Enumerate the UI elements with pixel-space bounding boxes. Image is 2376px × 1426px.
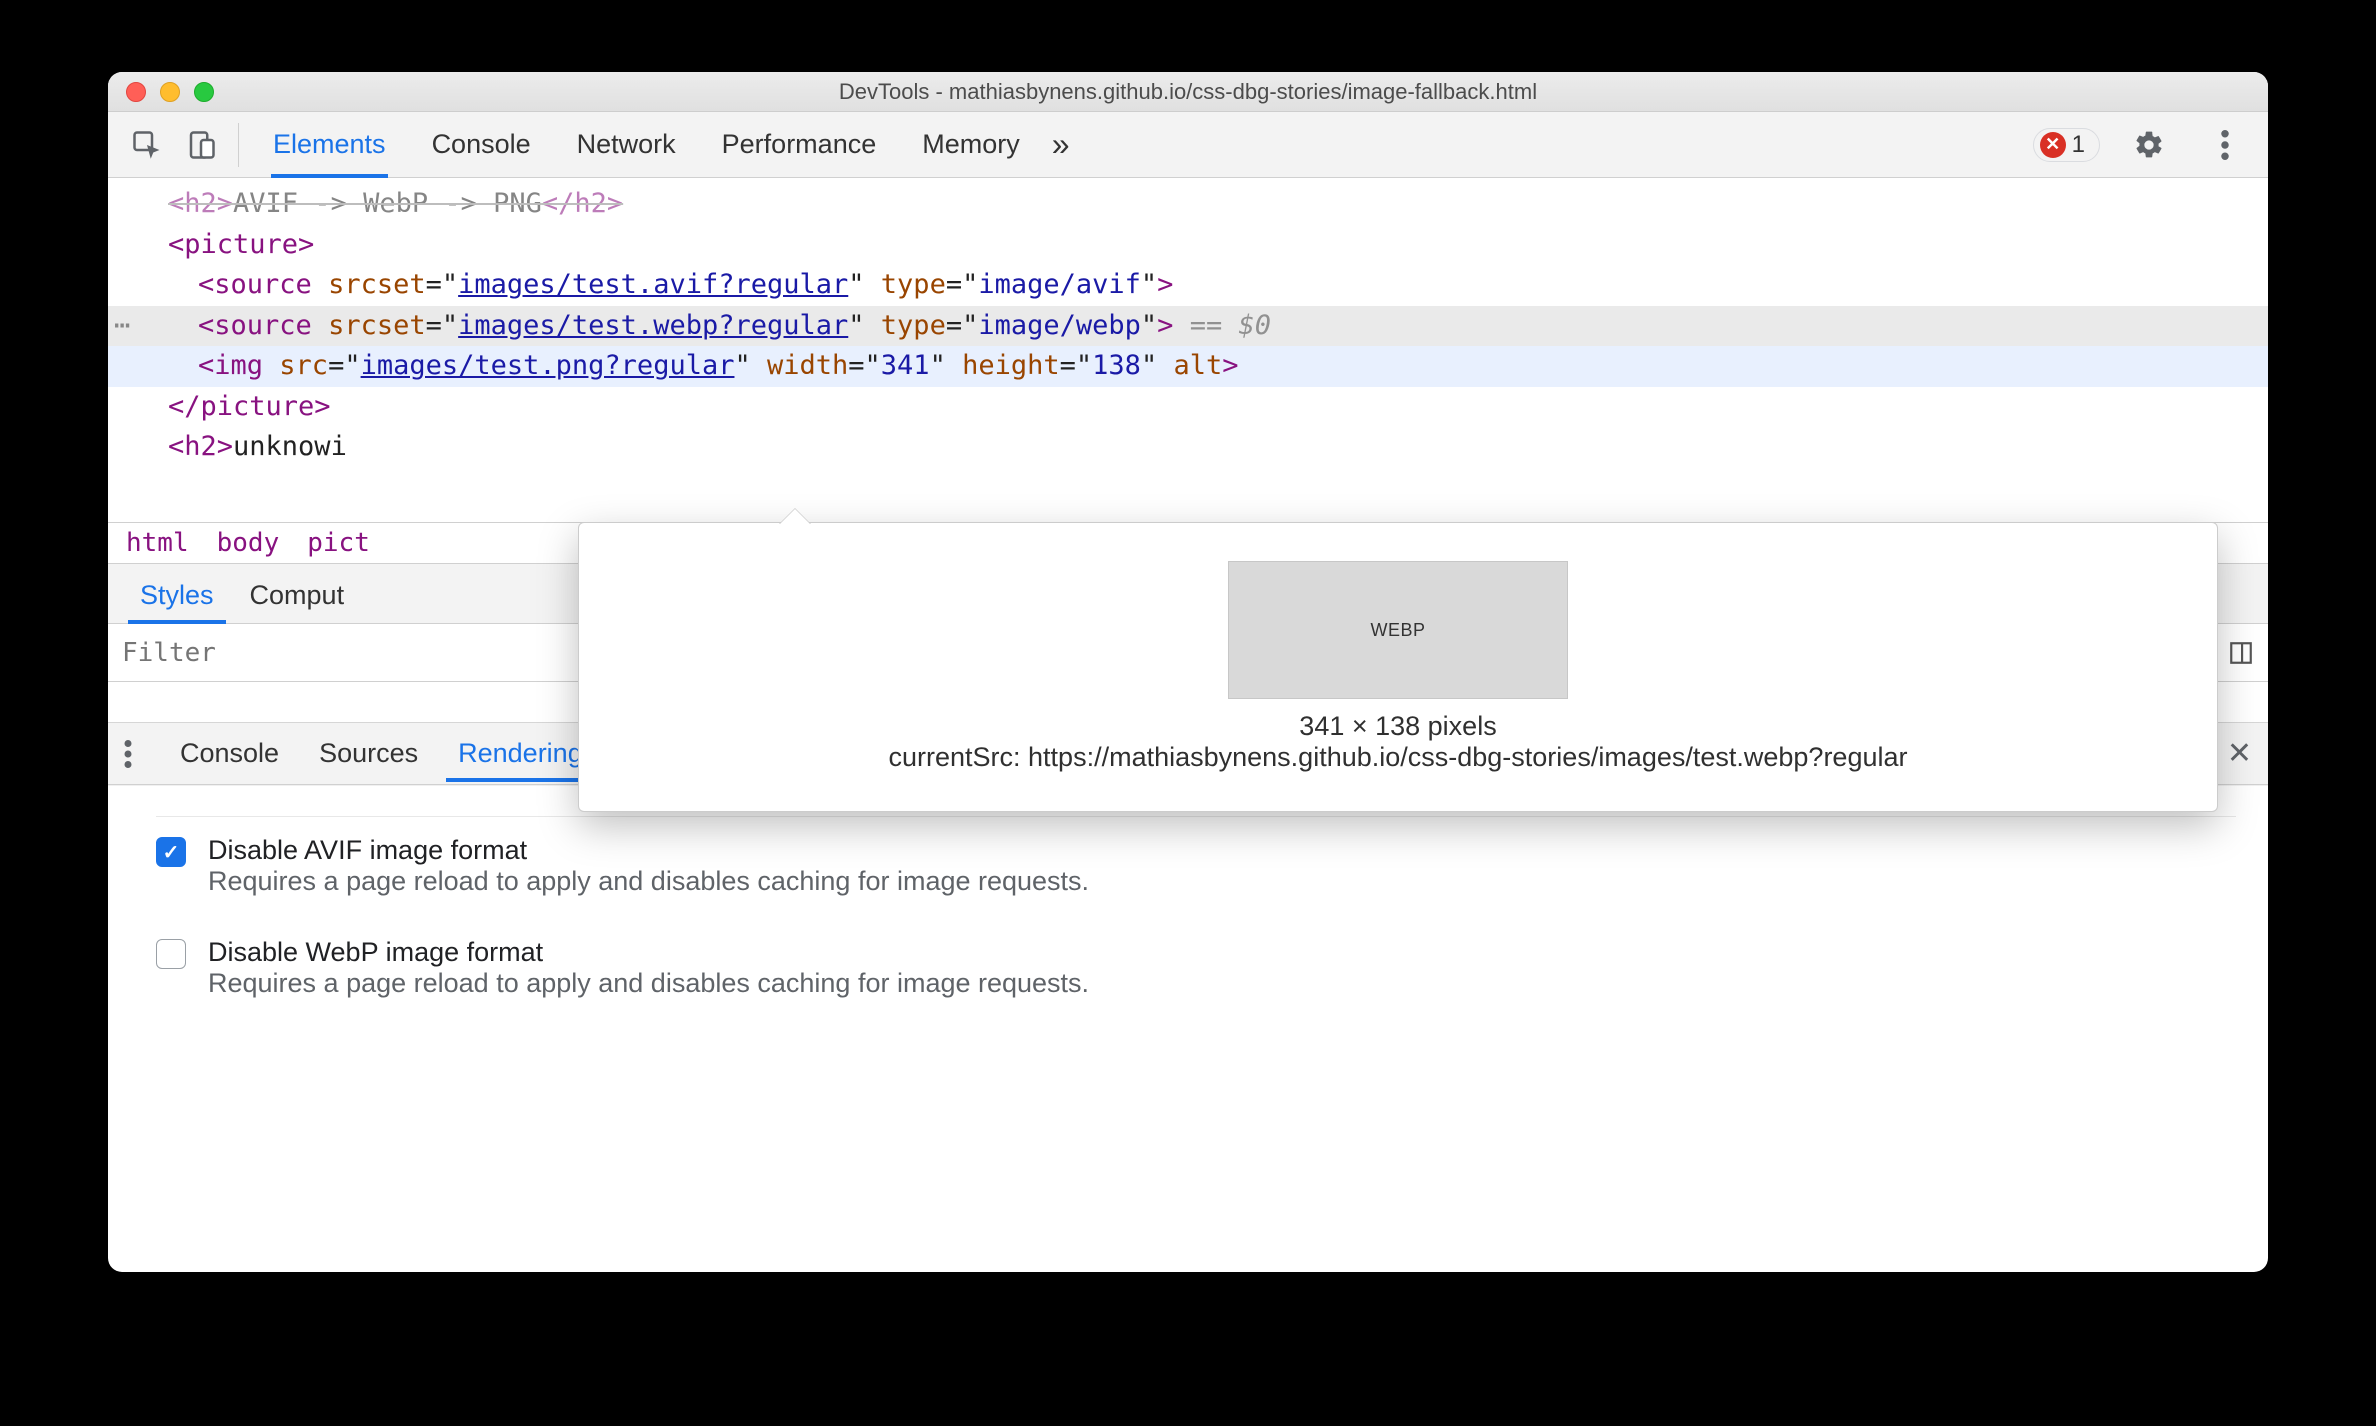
main-toolbar: Elements Console Network Performance Mem… — [108, 112, 2268, 178]
dom-row-selected[interactable]: <img src="images/test.png?regular" width… — [108, 346, 2268, 387]
settings-icon[interactable] — [2122, 118, 2176, 172]
tab-memory[interactable]: Memory — [920, 115, 1022, 174]
option-description: Requires a page reload to apply and disa… — [208, 866, 1089, 897]
panel-tabs: Elements Console Network Performance Mem… — [271, 115, 1022, 174]
dom-row[interactable]: <h2>AVIF -> WebP -> PNG</h2> — [108, 184, 2268, 225]
rendering-panel: ✓ Disable AVIF image format Requires a p… — [108, 785, 2268, 1119]
filter-input[interactable] — [122, 638, 459, 668]
image-preview-thumb: WEBP — [1228, 561, 1568, 699]
drawer-more-icon[interactable] — [124, 740, 132, 768]
titlebar: DevTools - mathiasbynens.github.io/css-d… — [108, 72, 2268, 112]
error-icon: ✕ — [2040, 132, 2066, 158]
dom-row[interactable]: <source srcset="images/test.avif?regular… — [108, 265, 2268, 306]
tab-elements[interactable]: Elements — [271, 115, 388, 174]
image-dimensions: 341 × 138 pixels — [1299, 711, 1496, 742]
breadcrumb-item[interactable]: pict — [307, 528, 370, 558]
checkbox-disable-avif[interactable]: ✓ — [156, 837, 186, 867]
elements-dom-tree[interactable]: <h2>AVIF -> WebP -> PNG</h2> <picture> <… — [108, 178, 2268, 522]
drawer-tab-console[interactable]: Console — [160, 726, 299, 781]
dom-row[interactable]: <picture> — [108, 225, 2268, 266]
error-count: 1 — [2072, 131, 2085, 159]
checkbox-disable-webp[interactable] — [156, 939, 186, 969]
error-count-badge[interactable]: ✕ 1 — [2033, 128, 2100, 162]
image-currentsrc: currentSrc: https://mathiasbynens.github… — [889, 742, 1908, 773]
tab-network[interactable]: Network — [575, 115, 678, 174]
inspect-element-icon[interactable] — [120, 118, 174, 172]
more-options-icon[interactable] — [2198, 118, 2252, 172]
dom-row-hovered[interactable]: <source srcset="images/test.webp?regular… — [108, 306, 2268, 347]
close-drawer-icon[interactable]: ✕ — [2227, 736, 2252, 771]
devtools-window: DevTools - mathiasbynens.github.io/css-d… — [108, 72, 2268, 1272]
option-description: Requires a page reload to apply and disa… — [208, 968, 1089, 999]
breadcrumb-item[interactable]: html — [126, 528, 189, 558]
dom-row[interactable]: </picture> — [108, 387, 2268, 428]
drawer-tab-sources[interactable]: Sources — [299, 726, 438, 781]
image-preview-tooltip: WEBP 341 × 138 pixels currentSrc: https:… — [578, 522, 2218, 812]
option-disable-webp: Disable WebP image format Requires a pag… — [156, 937, 2236, 999]
option-label: Disable AVIF image format — [208, 835, 1089, 866]
dom-row[interactable]: <h2>unknowi — [108, 427, 2268, 468]
device-toolbar-icon[interactable] — [174, 118, 228, 172]
tab-performance[interactable]: Performance — [720, 115, 879, 174]
option-label: Disable WebP image format — [208, 937, 1089, 968]
tab-computed[interactable]: Comput — [232, 568, 363, 623]
more-tabs-icon[interactable]: » — [1052, 126, 1070, 163]
styles-panel-menu-icon[interactable] — [2228, 640, 2254, 666]
window-title: DevTools - mathiasbynens.github.io/css-d… — [108, 79, 2268, 105]
tab-styles[interactable]: Styles — [122, 568, 232, 623]
breadcrumb-item[interactable]: body — [217, 528, 280, 558]
tab-console[interactable]: Console — [430, 115, 533, 174]
option-disable-avif: ✓ Disable AVIF image format Requires a p… — [156, 835, 2236, 897]
